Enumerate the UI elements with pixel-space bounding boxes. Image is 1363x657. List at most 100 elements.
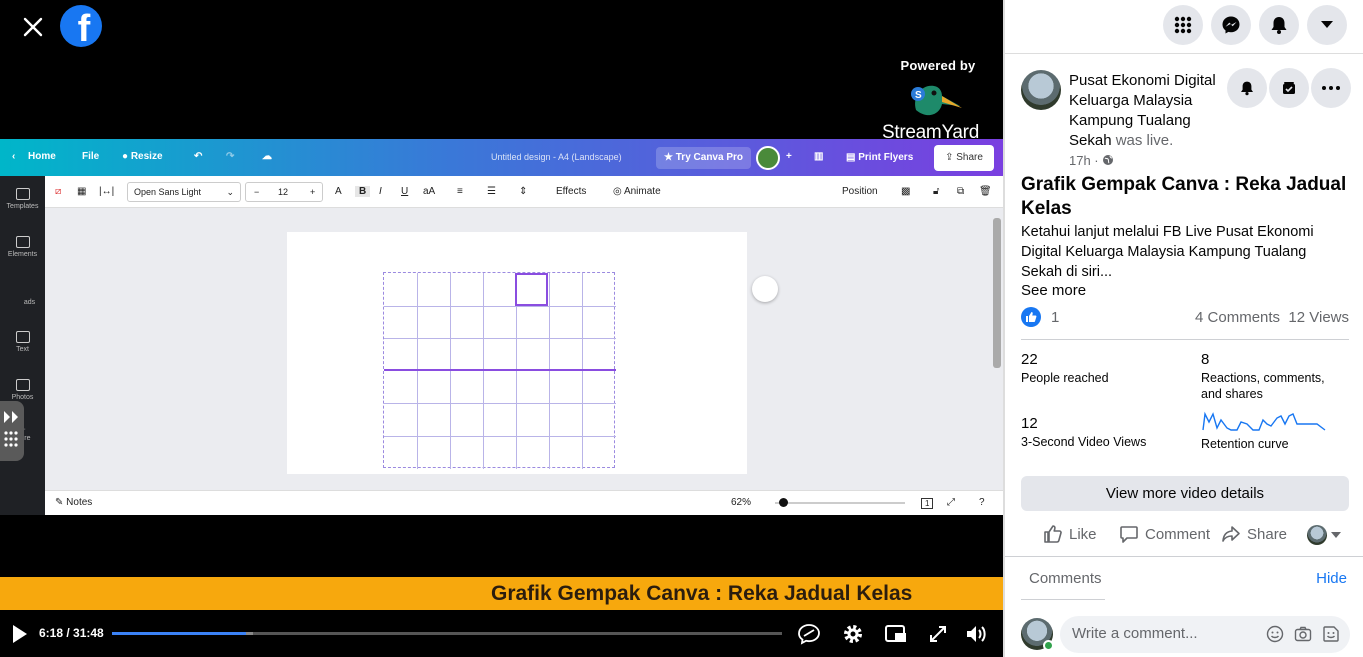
messenger-icon[interactable] [1211,5,1251,45]
comment-composer[interactable] [1060,616,1350,653]
video-player[interactable]: f Powered by S StreamYard ‹ Home File ● … [0,0,1003,657]
canva-align-icon: ≡ [457,186,463,197]
canva-plus-icon: + [786,151,792,162]
svg-text:S: S [915,90,922,101]
share-arrow-icon [1222,526,1240,542]
retention-curve-chart [1202,411,1326,431]
canva-text-color-icon: A [335,186,342,197]
public-globe-icon [1103,155,1114,165]
canva-table-icon: ▦ [77,186,87,197]
canva-undo-icon: ↶ [194,151,203,162]
canva-lock-icon: 🔓︎ [933,186,940,197]
divider [1005,556,1363,557]
follow-bell-icon[interactable] [1227,68,1267,108]
canva-workspace [45,208,1003,490]
comments-heading: Comments [1029,570,1102,587]
menu-grid-icon[interactable] [1163,5,1203,45]
canva-screen: ‹ Home File ● Resize ↶ ↷ ☁ Untitled desi… [0,139,1003,515]
canva-scrollbar [993,218,1001,368]
stat-retention: Retention curve [1201,410,1327,452]
canva-file: File [82,151,100,162]
canva-case-icon: aA [423,186,436,197]
play-icon[interactable] [10,623,30,645]
canva-resize: ● Resize [122,151,163,162]
canva-redo-icon: ↷ [226,151,235,162]
canva-underline-icon: U [401,186,409,197]
fullscreen-icon[interactable] [926,622,950,646]
comments-views-count[interactable]: 4 Comments 12 Views [1195,309,1349,326]
see-more-link[interactable]: See more [1021,282,1086,299]
canva-trash-icon: 🗑︎ [979,186,992,197]
view-more-details-button[interactable]: View more video details [1021,476,1349,511]
post-panel: Pusat Ekonomi Digital Keluarga Malaysia … [1003,0,1363,657]
emoji-icon[interactable] [1266,625,1284,643]
share-button[interactable]: Share [1221,522,1287,546]
like-count: 1 [1051,308,1060,326]
save-icon[interactable] [1269,68,1309,108]
canva-topbar: ‹ Home File ● Resize ↶ ↷ ☁ Untitled desi… [0,139,1003,176]
canva-doc-title: Untitled design - A4 (Landscape) [491,152,622,162]
streamyard-watermark: Powered by S StreamYard [878,58,998,148]
captions-icon[interactable] [797,622,821,646]
canva-zoom-knob [779,498,788,507]
canva-position: Position [842,186,878,197]
video-progress-fill [112,632,246,635]
canva-animate: ◎ Animate [613,186,661,197]
close-icon[interactable] [14,8,52,46]
camera-icon[interactable] [1294,625,1312,643]
panel-header [1005,0,1363,52]
canva-print: ▤ Print Flyers [846,152,914,163]
sticker-icon[interactable] [1322,625,1340,643]
canva-try-pro: ★ Try Canva Pro [656,147,752,169]
stat-video-views: 12 3-Second Video Views [1021,415,1147,450]
canva-spacing-icon: |↔| [99,186,115,197]
more-options-icon[interactable] [1311,68,1351,108]
comment-icon [1120,526,1138,543]
video-buffer-fill [246,632,253,635]
comment-button[interactable]: Comment [1119,522,1210,546]
canva-color-icon: ⧄ [55,186,62,197]
online-status-dot [1043,640,1054,651]
comment-input[interactable] [1072,625,1262,642]
facebook-logo[interactable]: f [60,5,102,47]
canva-linespace-icon: ⇕ [519,186,528,197]
canva-size-box: − 12 + [245,182,323,202]
reaction-summary[interactable]: 1 [1021,307,1059,327]
canva-zoom-track [775,502,905,504]
canva-font-select: Open Sans Light ⌄ [127,182,241,202]
canva-rotate-icon [752,276,778,302]
canva-copy-icon: ⧉ [957,186,965,197]
notifications-bell-icon[interactable] [1259,5,1299,45]
canva-list-icon: ☰ [487,186,496,197]
canva-side-photos: Photos [0,379,45,401]
picture-in-picture-icon[interactable] [884,622,908,646]
page-avatar[interactable] [1021,70,1061,110]
canva-row-divider [384,369,616,371]
canva-selected-cell [515,273,548,306]
streamyard-bird-icon: S [911,85,962,116]
share-as-selector[interactable] [1307,524,1341,546]
canva-effects: Effects [556,186,587,197]
canva-toolbar: ⧄ ▦ |↔| Open Sans Light ⌄ − 12 + A B I U … [45,176,1003,208]
canva-side-uploads: ads [0,284,45,306]
canva-table [383,272,616,469]
canva-transparency-icon: ▩ [901,186,911,197]
canva-zoom: 62% [731,497,752,508]
canva-bold-icon: B [355,186,371,197]
settings-gear-icon[interactable] [841,622,865,646]
post-timestamp[interactable]: 17h · [1069,153,1114,168]
account-dropdown-icon[interactable] [1307,5,1347,45]
like-button[interactable]: Like [1043,522,1097,546]
thumbs-up-icon [1044,525,1062,543]
was-live-text: was live. [1115,132,1174,149]
share-as-avatar [1307,525,1327,545]
post-author: Pusat Ekonomi Digital Keluarga Malaysia … [1069,71,1229,151]
volume-icon[interactable] [964,622,988,646]
canva-side-elements: Elements [0,236,45,258]
canva-help-icon: ? [979,497,985,508]
stat-people-reached: 22 People reached [1021,351,1109,386]
comments-underline [1021,599,1105,600]
hide-comments-link[interactable]: Hide [1316,570,1347,587]
canva-cloud-icon: ☁ [262,151,272,162]
video-progress-bar[interactable] [112,632,782,635]
